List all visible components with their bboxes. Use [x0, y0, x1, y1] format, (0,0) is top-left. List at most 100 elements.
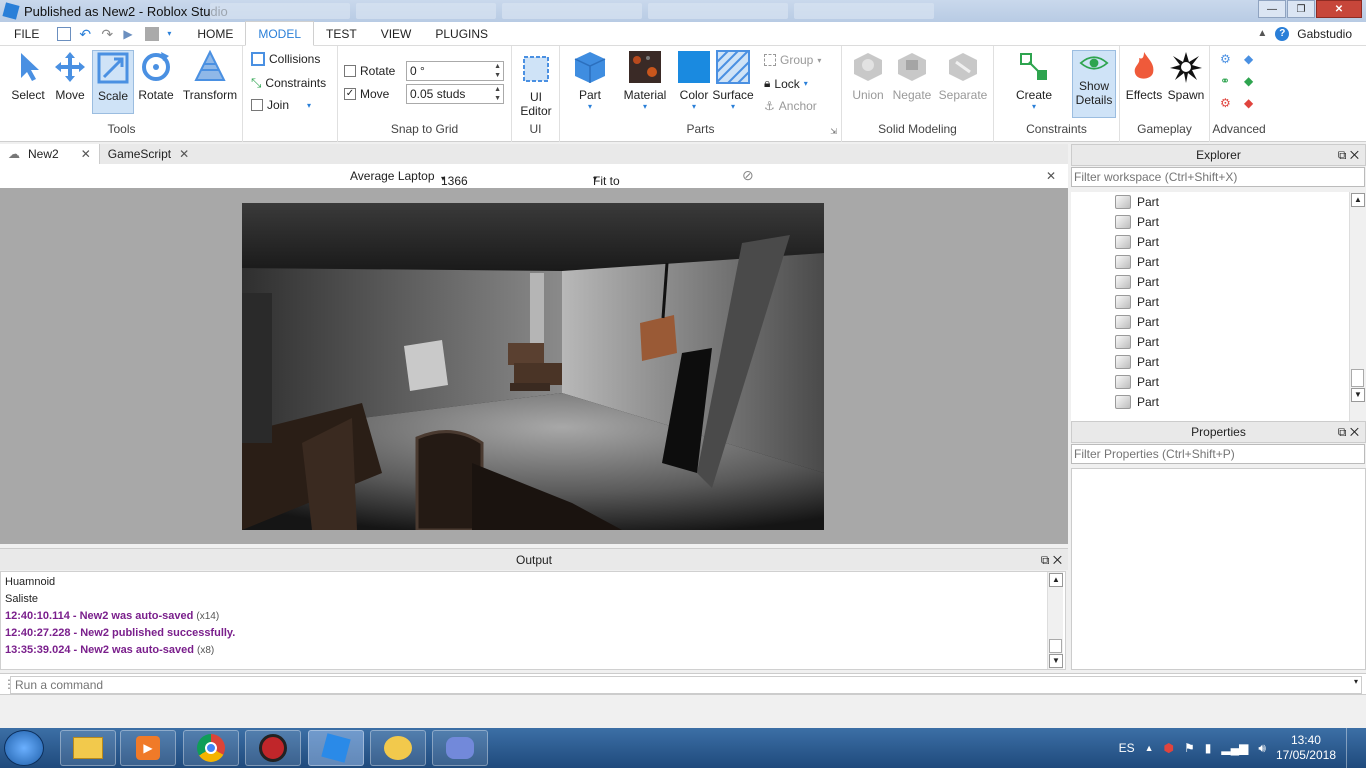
surface-dropdown-icon[interactable]: ▾	[712, 102, 754, 111]
select-tool-button[interactable]: Select	[6, 50, 50, 114]
ui-editor-button[interactable]: UI Editor	[514, 52, 558, 118]
volume-icon[interactable]: 🔊︎	[1258, 741, 1266, 756]
tree-item[interactable]: Part	[1071, 332, 1349, 352]
move-tool-button[interactable]: Move	[48, 50, 92, 114]
media-player-taskbar-button[interactable]: ▶	[120, 730, 176, 766]
properties-filter-input[interactable]	[1071, 444, 1365, 464]
constraints-toggle[interactable]: ⤡ Constraints	[251, 75, 326, 91]
flag-icon[interactable]: ⚑	[1184, 741, 1195, 755]
color-button[interactable]: Color ▾	[672, 50, 716, 114]
undo-icon[interactable]: ↶	[79, 27, 93, 41]
blue-script-icon[interactable]: ◆	[1244, 52, 1258, 66]
rotate-snap-checkbox[interactable]	[344, 65, 356, 77]
lock-button[interactable]: 🔒︎ Lock ▾	[764, 76, 808, 91]
parts-expand-icon[interactable]: ⇲	[830, 127, 837, 136]
antivirus-icon[interactable]: ⬢	[1164, 741, 1174, 755]
negate-button[interactable]: Negate	[890, 50, 934, 114]
tab-plugins[interactable]: PLUGINS	[423, 22, 500, 46]
join-dropdown-icon[interactable]: ▾	[307, 101, 311, 110]
tree-item[interactable]: Part	[1071, 392, 1349, 412]
scroll-up-icon[interactable]: ▲	[1351, 193, 1365, 207]
link-icon[interactable]: ⚭	[1220, 74, 1234, 88]
undock-icon[interactable]: ⧉	[1338, 425, 1347, 439]
help-icon[interactable]: ?	[1275, 26, 1290, 41]
doc-tab-gamescript[interactable]: GameScript ✕	[98, 144, 197, 164]
username[interactable]: Gabstudio	[1297, 27, 1352, 41]
collapse-ribbon-icon[interactable]: ▲	[1257, 28, 1267, 39]
close-explorer-icon[interactable]: ✕	[1350, 148, 1359, 162]
close-button[interactable]: ✕	[1316, 0, 1362, 18]
group-button[interactable]: Group ▾	[764, 53, 821, 67]
scroll-down-icon[interactable]: ▼	[1351, 388, 1365, 402]
tab-view[interactable]: VIEW	[369, 22, 424, 46]
union-button[interactable]: Union	[846, 50, 890, 114]
roblox-player-taskbar-button[interactable]	[370, 730, 426, 766]
part-button[interactable]: Part ▾	[568, 50, 612, 114]
scroll-thumb[interactable]	[1351, 369, 1364, 387]
close-tab-icon[interactable]: ✕	[81, 147, 91, 161]
gear-icon[interactable]: ⚙︎	[1220, 52, 1234, 66]
green-script-icon[interactable]: ◆	[1244, 74, 1258, 88]
part-dropdown-icon[interactable]: ▾	[568, 102, 612, 111]
separate-button[interactable]: Separate	[936, 50, 990, 114]
maximize-button[interactable]: ❐	[1287, 0, 1315, 18]
material-button[interactable]: Material ▾	[622, 50, 668, 114]
undock-icon[interactable]: ⧉	[1338, 148, 1347, 162]
tree-item[interactable]: Part	[1071, 232, 1349, 252]
tab-model[interactable]: MODEL	[245, 21, 315, 46]
file-explorer-taskbar-button[interactable]	[60, 730, 116, 766]
move-snap-input[interactable]: 0.05 studs ▲ ▼	[406, 84, 504, 104]
minimize-button[interactable]: —	[1258, 0, 1286, 18]
rotate-tool-button[interactable]: Rotate	[136, 50, 176, 114]
show-desktop-button[interactable]	[1346, 728, 1356, 768]
close-tab-icon[interactable]: ✕	[179, 147, 189, 161]
command-dropdown-icon[interactable]: ▾	[1354, 677, 1358, 686]
tree-item[interactable]: Part	[1071, 352, 1349, 372]
collisions-toggle[interactable]: Collisions	[251, 52, 320, 66]
scroll-thumb[interactable]	[1049, 639, 1062, 653]
doc-tab-new2[interactable]: ☁︎ New2 ✕	[0, 144, 99, 164]
explorer-scrollbar[interactable]: ▲ ▼	[1349, 192, 1365, 421]
color-dropdown-icon[interactable]: ▾	[672, 102, 716, 111]
spawn-button[interactable]: Spawn	[1164, 50, 1208, 114]
spinner-arrows-icon[interactable]: ▲ ▼	[494, 85, 501, 103]
tree-item[interactable]: Part	[1071, 212, 1349, 232]
tree-item[interactable]: Part	[1071, 252, 1349, 272]
device-select[interactable]: Average Laptop	[350, 169, 435, 183]
3d-viewport[interactable]	[0, 188, 1068, 544]
transform-tool-button[interactable]: Transform	[182, 50, 238, 114]
output-scrollbar[interactable]: ▲ ▼	[1047, 572, 1063, 669]
properties-panel[interactable]	[1071, 468, 1366, 670]
scroll-up-icon[interactable]: ▲	[1049, 573, 1063, 587]
stop-icon[interactable]	[145, 26, 160, 41]
anchor-button[interactable]: ⚓︎ Anchor	[764, 99, 817, 113]
command-input[interactable]	[10, 676, 1362, 694]
new-file-icon[interactable]	[57, 26, 72, 41]
module-icon[interactable]: ⚙︎	[1220, 96, 1234, 110]
create-constraint-button[interactable]: Create ▾	[1012, 50, 1056, 114]
tree-item[interactable]: Part	[1071, 312, 1349, 332]
tab-test[interactable]: TEST	[314, 22, 369, 46]
spinner-arrows-icon[interactable]: ▲ ▼	[494, 62, 501, 80]
scale-tool-button[interactable]: Scale	[92, 50, 134, 114]
game-scene[interactable]	[242, 203, 824, 530]
battery-icon[interactable]: ▮	[1205, 741, 1212, 755]
explorer-tree[interactable]: Part Part Part Part Part Part Part Part …	[1071, 192, 1349, 421]
language-indicator[interactable]: ES	[1119, 741, 1135, 755]
chrome-taskbar-button[interactable]	[183, 730, 239, 766]
surface-button[interactable]: Surface ▾	[712, 50, 754, 114]
rotate-snap-toggle[interactable]: Rotate	[344, 64, 395, 78]
file-menu[interactable]: FILE	[0, 27, 53, 41]
rotate-device-icon[interactable]: ⊘	[742, 167, 754, 184]
tree-item[interactable]: Part	[1071, 292, 1349, 312]
show-details-button[interactable]: Show Details	[1072, 50, 1116, 118]
undock-icon[interactable]: ⧉	[1041, 553, 1050, 567]
close-properties-icon[interactable]: ✕	[1350, 425, 1359, 439]
start-button[interactable]	[4, 730, 44, 766]
tree-item[interactable]: Part	[1071, 192, 1349, 212]
rotate-snap-input[interactable]: 0 ° ▲ ▼	[406, 61, 504, 81]
explorer-filter-input[interactable]	[1071, 167, 1365, 187]
clock[interactable]: 13:40 17/05/2018	[1276, 733, 1336, 763]
effects-button[interactable]: Effects	[1122, 50, 1166, 114]
move-snap-toggle[interactable]: ✓ Move	[344, 87, 389, 101]
